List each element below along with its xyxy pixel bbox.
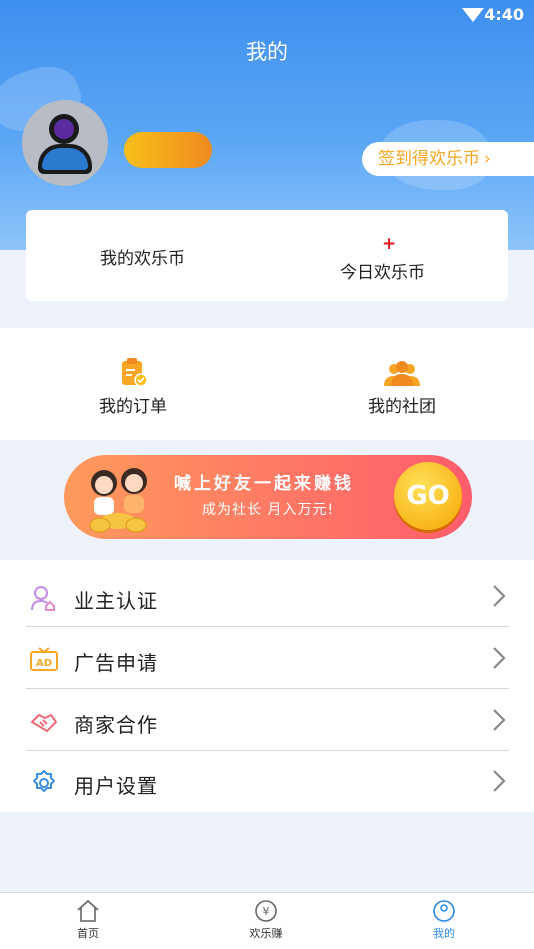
banner-title: 喊上好友一起来赚钱 xyxy=(174,474,354,494)
tab-earn[interactable]: ¥ 欢乐赚 xyxy=(226,899,306,941)
chevron-right-icon xyxy=(493,647,506,669)
handshake-icon xyxy=(30,713,58,733)
menu-label: 商家合作 xyxy=(74,713,158,737)
menu-item-ad-apply[interactable]: AD 广告申请 xyxy=(26,627,509,689)
today-coins-label[interactable]: 今日欢乐币 xyxy=(340,258,425,283)
clipboard-icon xyxy=(122,358,148,387)
chevron-right-icon xyxy=(493,709,506,731)
menu-label: 业主认证 xyxy=(74,589,158,613)
menu-label: 广告申请 xyxy=(74,651,158,675)
avatar-head-icon xyxy=(49,114,79,144)
chevron-right-icon xyxy=(493,770,506,792)
invite-banner[interactable]: 喊上好友一起来赚钱 成为社长 月入万元! GO xyxy=(64,455,472,539)
coin-summary-card: 我的欢乐币 + 今日欢乐币 xyxy=(26,210,508,301)
ad-icon: AD xyxy=(30,647,58,671)
checkin-label: 签到得欢乐币 xyxy=(378,149,480,169)
tab-mine[interactable]: 我的 xyxy=(404,899,484,941)
page-title: 我的 xyxy=(246,40,288,64)
chevron-right-icon: › xyxy=(484,149,491,169)
my-orders-label: 我的订单 xyxy=(99,397,167,417)
profile-icon xyxy=(433,900,455,922)
group-icon xyxy=(384,361,420,386)
svg-text:¥: ¥ xyxy=(263,905,270,918)
avatar[interactable] xyxy=(22,100,108,186)
username-pill[interactable] xyxy=(124,132,212,168)
chevron-right-icon xyxy=(493,585,506,607)
banner-subtitle: 成为社长 月入万元! xyxy=(202,502,335,518)
avatar-body-icon xyxy=(38,144,92,174)
home-icon xyxy=(77,899,99,922)
bottom-tab-bar: 首页 ¥ 欢乐赚 我的 xyxy=(0,892,534,949)
status-bar: 4:40 xyxy=(0,0,534,30)
settings-menu: 业主认证 AD 广告申请 商家合作 用户设置 xyxy=(0,560,534,812)
my-club-label: 我的社团 xyxy=(368,397,436,417)
my-club-button[interactable]: 我的社团 xyxy=(342,356,462,417)
status-time: 4:40 xyxy=(484,5,524,24)
friends-illustration-icon xyxy=(89,468,147,533)
go-button[interactable]: GO xyxy=(394,462,462,530)
quick-links: 我的订单 我的社团 xyxy=(0,328,534,440)
menu-item-merchant[interactable]: 商家合作 xyxy=(26,689,509,751)
menu-item-user-settings[interactable]: 用户设置 xyxy=(26,750,509,812)
yen-icon: ¥ xyxy=(255,900,277,922)
menu-item-owner-verify[interactable]: 业主认证 xyxy=(26,565,509,627)
checkin-button[interactable]: 签到得欢乐币 › xyxy=(362,142,534,176)
tab-label: 欢乐赚 xyxy=(249,927,283,940)
svg-text:AD: AD xyxy=(36,658,52,669)
wifi-icon xyxy=(462,8,484,22)
today-coins-value: + xyxy=(382,234,397,254)
menu-label: 用户设置 xyxy=(74,774,158,798)
owner-verify-icon xyxy=(31,586,55,611)
my-orders-button[interactable]: 我的订单 xyxy=(73,356,193,417)
tab-label: 我的 xyxy=(433,927,455,940)
my-coins-label[interactable]: 我的欢乐币 xyxy=(100,244,185,269)
gear-icon xyxy=(33,770,55,792)
tab-home[interactable]: 首页 xyxy=(48,899,128,941)
tab-label: 首页 xyxy=(77,927,99,940)
